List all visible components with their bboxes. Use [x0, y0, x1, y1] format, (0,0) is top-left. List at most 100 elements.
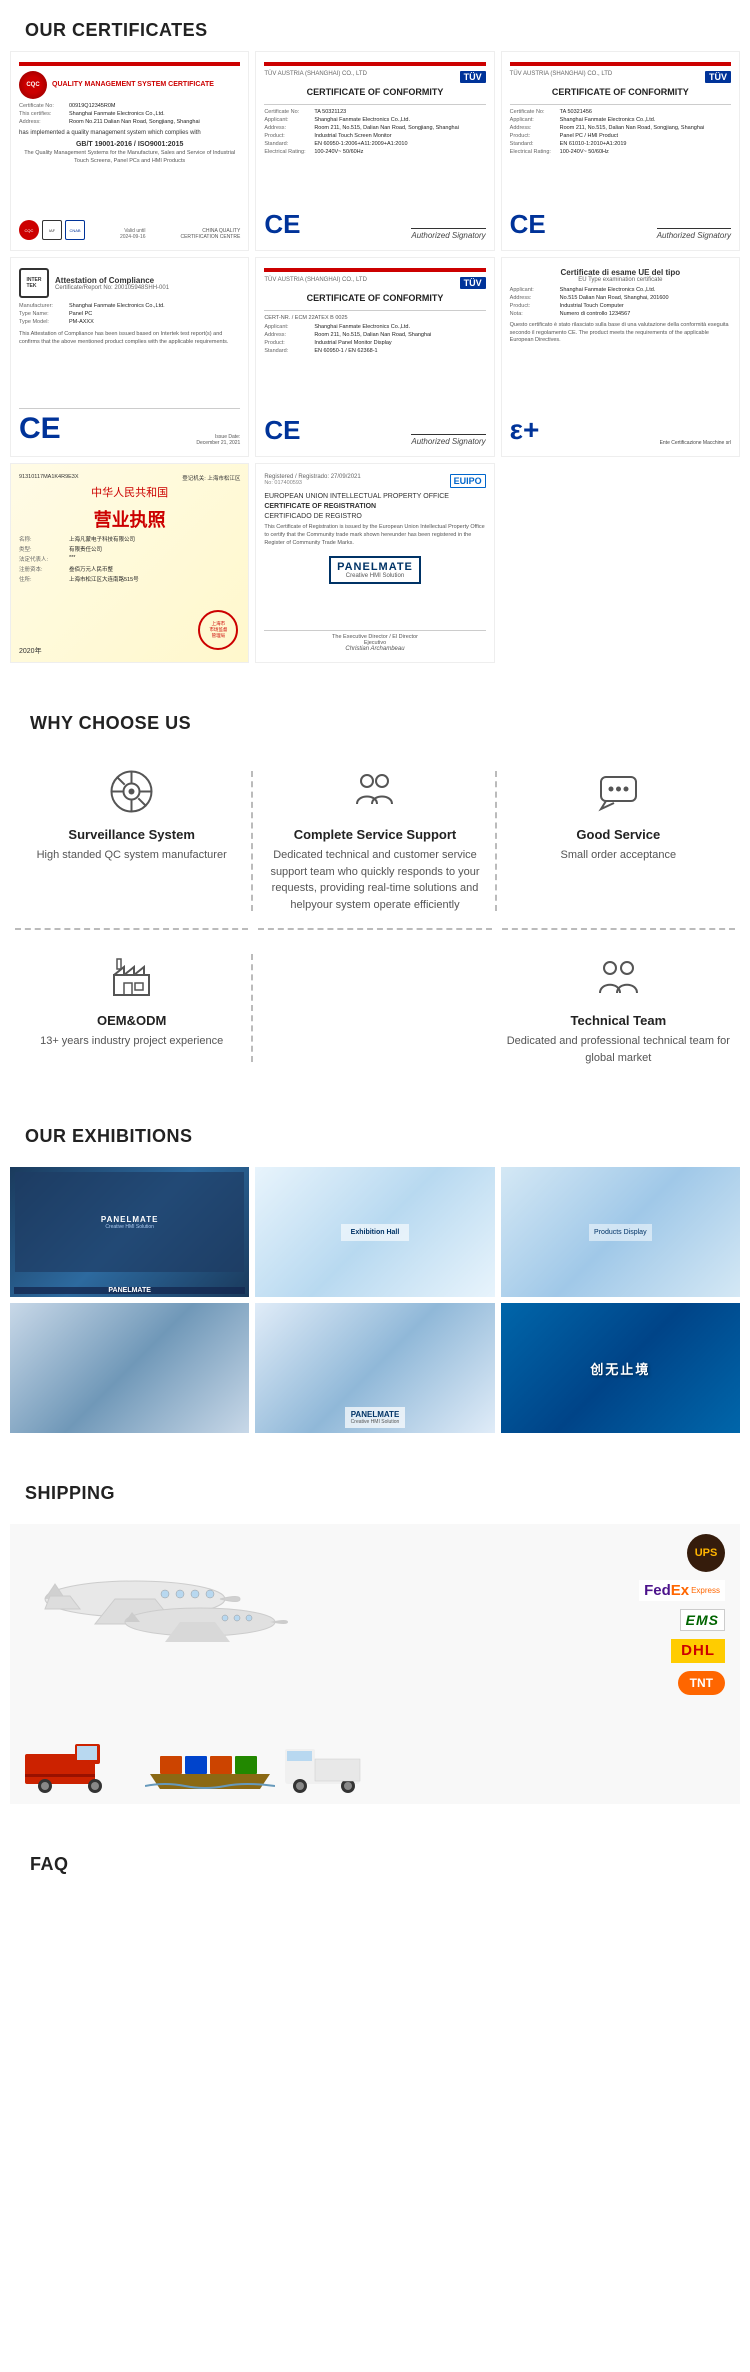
ship-svg — [145, 1734, 275, 1794]
why-empty-cell — [258, 940, 491, 1076]
lic-f4: 注册资本:叁佰万元人民币整 — [19, 565, 240, 573]
exh6-display: 创无止境 — [590, 1359, 650, 1378]
why-item-surveillance: Surveillance System High standed QC syst… — [15, 754, 248, 930]
fedex-text-orange: Ex — [671, 1582, 689, 1599]
tuv2-footer: CE Authorized Signatory — [510, 209, 731, 240]
tuv3-f1: Applicant:Shanghai Fanmate Electronics C… — [264, 324, 485, 330]
attestation-main-title: Attestation of Compliance — [55, 276, 169, 285]
exh1-tagline: Creative HMI Solution — [101, 1224, 159, 1230]
surveillance-icon — [104, 764, 159, 819]
cqc-field-1: Certificate No: 00919Q12345R0M — [19, 103, 240, 109]
cert-tuv1: TÜV AUSTRIA (SHANGHAI) CO., LTD TÜV CERT… — [255, 51, 494, 251]
tuv2-f4: Product:Panel PC / HMI Product — [510, 133, 731, 139]
why-grid: Surveillance System High standed QC syst… — [15, 754, 735, 1076]
it-f3: Product:Industrial Touch Computer — [510, 303, 731, 309]
exh3-display: Products Display — [589, 1224, 652, 1241]
license-date: 登记机关: 上海市松江区 — [182, 474, 240, 482]
tuv1-title: CERTIFICATE OF CONFORMITY — [264, 87, 485, 97]
att-f3: Type Model:PM-AXXX — [19, 319, 240, 325]
tuv3-f2: Address:Room 211, No.515, Dalian Nan Roa… — [264, 332, 485, 338]
it-footer: ε+ Ente Certificazione Macchine srl — [510, 414, 731, 446]
cqc-org: CHINA QUALITYCERTIFICATION CENTRE — [180, 228, 240, 240]
cert-attestation: INTERTEK Attestation of Compliance Certi… — [10, 257, 249, 457]
license-year: 2020年 — [19, 646, 42, 656]
exh1-brand-label: PANELMATE — [14, 1287, 245, 1294]
exh2-display: Exhibition Hall — [341, 1224, 410, 1241]
tuv1-company: TÜV AUSTRIA (SHANGHAI) CO., LTD — [264, 71, 367, 77]
it-header: Certificate di esame UE del tipo EU Type… — [510, 268, 731, 283]
airplane2-container — [110, 1584, 290, 1659]
tuv2-ce: CE — [510, 209, 546, 240]
attestation-cert-no: Certificate/Report No: 200105948SHH-001 — [55, 285, 169, 291]
why-item-service: Complete Service Support Dedicated techn… — [258, 754, 491, 930]
tuv1-header: TÜV AUSTRIA (SHANGHAI) CO., LTD TÜV — [264, 71, 485, 83]
cert-italian: Certificate di esame UE del tipo EU Type… — [501, 257, 740, 457]
cqc-logos: CQC IAF CNAB — [19, 220, 85, 240]
tuv3-red-bar — [264, 268, 485, 272]
tuv3-f3: Product:Industrial Panel Monitor Display — [264, 340, 485, 346]
exh2-label: Exhibition Hall — [351, 1229, 400, 1236]
service-icon — [347, 764, 402, 819]
cert-cqc: CQC QUALITY MANAGEMENT SYSTEM CERTIFICAT… — [10, 51, 249, 251]
it-f2: Address:No.515 Dalian Nan Road, Shanghai… — [510, 295, 731, 301]
truck-svg — [20, 1734, 140, 1794]
it-title: Certificate di esame UE del tipo — [510, 268, 731, 277]
oem-desc: 13+ years industry project experience — [40, 1033, 223, 1050]
license-seal: 上海市市场监督管理局 — [198, 610, 238, 650]
euipo-footer: The Executive Director / El DirectorEjec… — [264, 630, 485, 652]
it-f4: Nota:Numero di controllo 1234567 — [510, 311, 731, 317]
exhibition-item-2: Exhibition Hall — [255, 1167, 494, 1297]
license-emblem: 中华人民共和国 — [19, 484, 240, 501]
ground-vehicles — [20, 1734, 620, 1794]
airplane2-svg — [110, 1584, 290, 1654]
good-service-icon — [591, 764, 646, 819]
exh1-panelmate: PANELMATE — [101, 1215, 159, 1224]
oem-title: OEM&ODM — [97, 1013, 166, 1028]
tuv3-ce: CE — [264, 415, 300, 446]
tuv2-header: TÜV AUSTRIA (SHANGHAI) CO., LTD TÜV — [510, 71, 731, 83]
cqc-seal-3: CNAB — [65, 220, 85, 240]
exh3-label: Products Display — [594, 1229, 647, 1236]
exhibitions-title: OUR EXHIBITIONS — [10, 1106, 740, 1157]
tuv-logo-1: TÜV — [460, 71, 486, 83]
good-service-desc: Small order acceptance — [561, 847, 677, 864]
exh6-content: 创无止境 — [501, 1303, 740, 1433]
lic-f5: 住所:上海市松江区大连南路515号 — [19, 575, 240, 583]
att-f1: Manufacturer:Shanghai Fanmate Electronic… — [19, 303, 240, 309]
tuv1-f4: Product:Industrial Touch Screen Monitor — [264, 133, 485, 139]
technical-desc: Dedicated and professional technical tea… — [507, 1033, 730, 1066]
surveillance-title: Surveillance System — [68, 827, 194, 842]
panelmate-text: PANELMATE — [337, 561, 413, 573]
att-ce: CE — [19, 412, 61, 446]
exh4-content — [10, 1303, 249, 1433]
certificates-title: OUR CERTIFICATES — [10, 0, 740, 51]
cert-euipo: Registered / Registrado: 27/09/2021 No: … — [255, 463, 494, 663]
why-item-oem: OEM&ODM 13+ years industry project exper… — [15, 940, 248, 1076]
tuv1-f5: Standard:EN 60950-1:2006+A11:2009+A1:201… — [264, 141, 485, 147]
euipo-header: Registered / Registrado: 27/09/2021 No: … — [264, 474, 485, 488]
cqc-logo-icon: CQC — [19, 71, 47, 99]
tuv1-ce: CE — [264, 209, 300, 240]
tuv2-company: TÜV AUSTRIA (SHANGHAI) CO., LTD — [510, 71, 613, 77]
exh6-cn-text: 创无止境 — [590, 1359, 650, 1378]
it-f1: Applicant:Shanghai Fanmate Electronics C… — [510, 287, 731, 293]
exhibitions-section: OUR EXHIBITIONS PANELMATE Creative HMI S… — [0, 1096, 750, 1453]
attestation-header: INTERTEK Attestation of Compliance Certi… — [19, 268, 240, 298]
shipping-title: SHIPPING — [10, 1463, 740, 1514]
cert-red-bar — [19, 62, 240, 66]
cqc-field-3: Address: Room No.211 Dalian Nan Road, So… — [19, 119, 240, 125]
tuv2-title: CERTIFICATE OF CONFORMITY — [510, 87, 731, 97]
faq-section: FAQ — [0, 1824, 750, 1905]
exh3-content: Products Display — [501, 1167, 740, 1297]
license-topbar: 91310117MA1K4R9E3X 登记机关: 上海市松江区 — [19, 474, 240, 482]
fedex-text-purple: Fed — [644, 1582, 671, 1599]
tnt-logo: TNT — [678, 1671, 725, 1695]
tuv2-f5: Standard:EN 61010-1:2010+A1:2019 — [510, 141, 731, 147]
tuv1-sig: Authorized Signatory — [411, 228, 485, 240]
faq-title: FAQ — [15, 1834, 735, 1885]
shipping-section: SHIPPING UPS Fed Ex Express EMS DHL TNT — [0, 1453, 750, 1824]
tuv1-footer: CE Authorized Signatory — [264, 209, 485, 240]
euipo-logo: EUIPO — [450, 474, 486, 488]
tuv2-f6: Electrical Rating:100-240V~ 50/60Hz — [510, 149, 731, 155]
good-service-title: Good Service — [576, 827, 660, 842]
